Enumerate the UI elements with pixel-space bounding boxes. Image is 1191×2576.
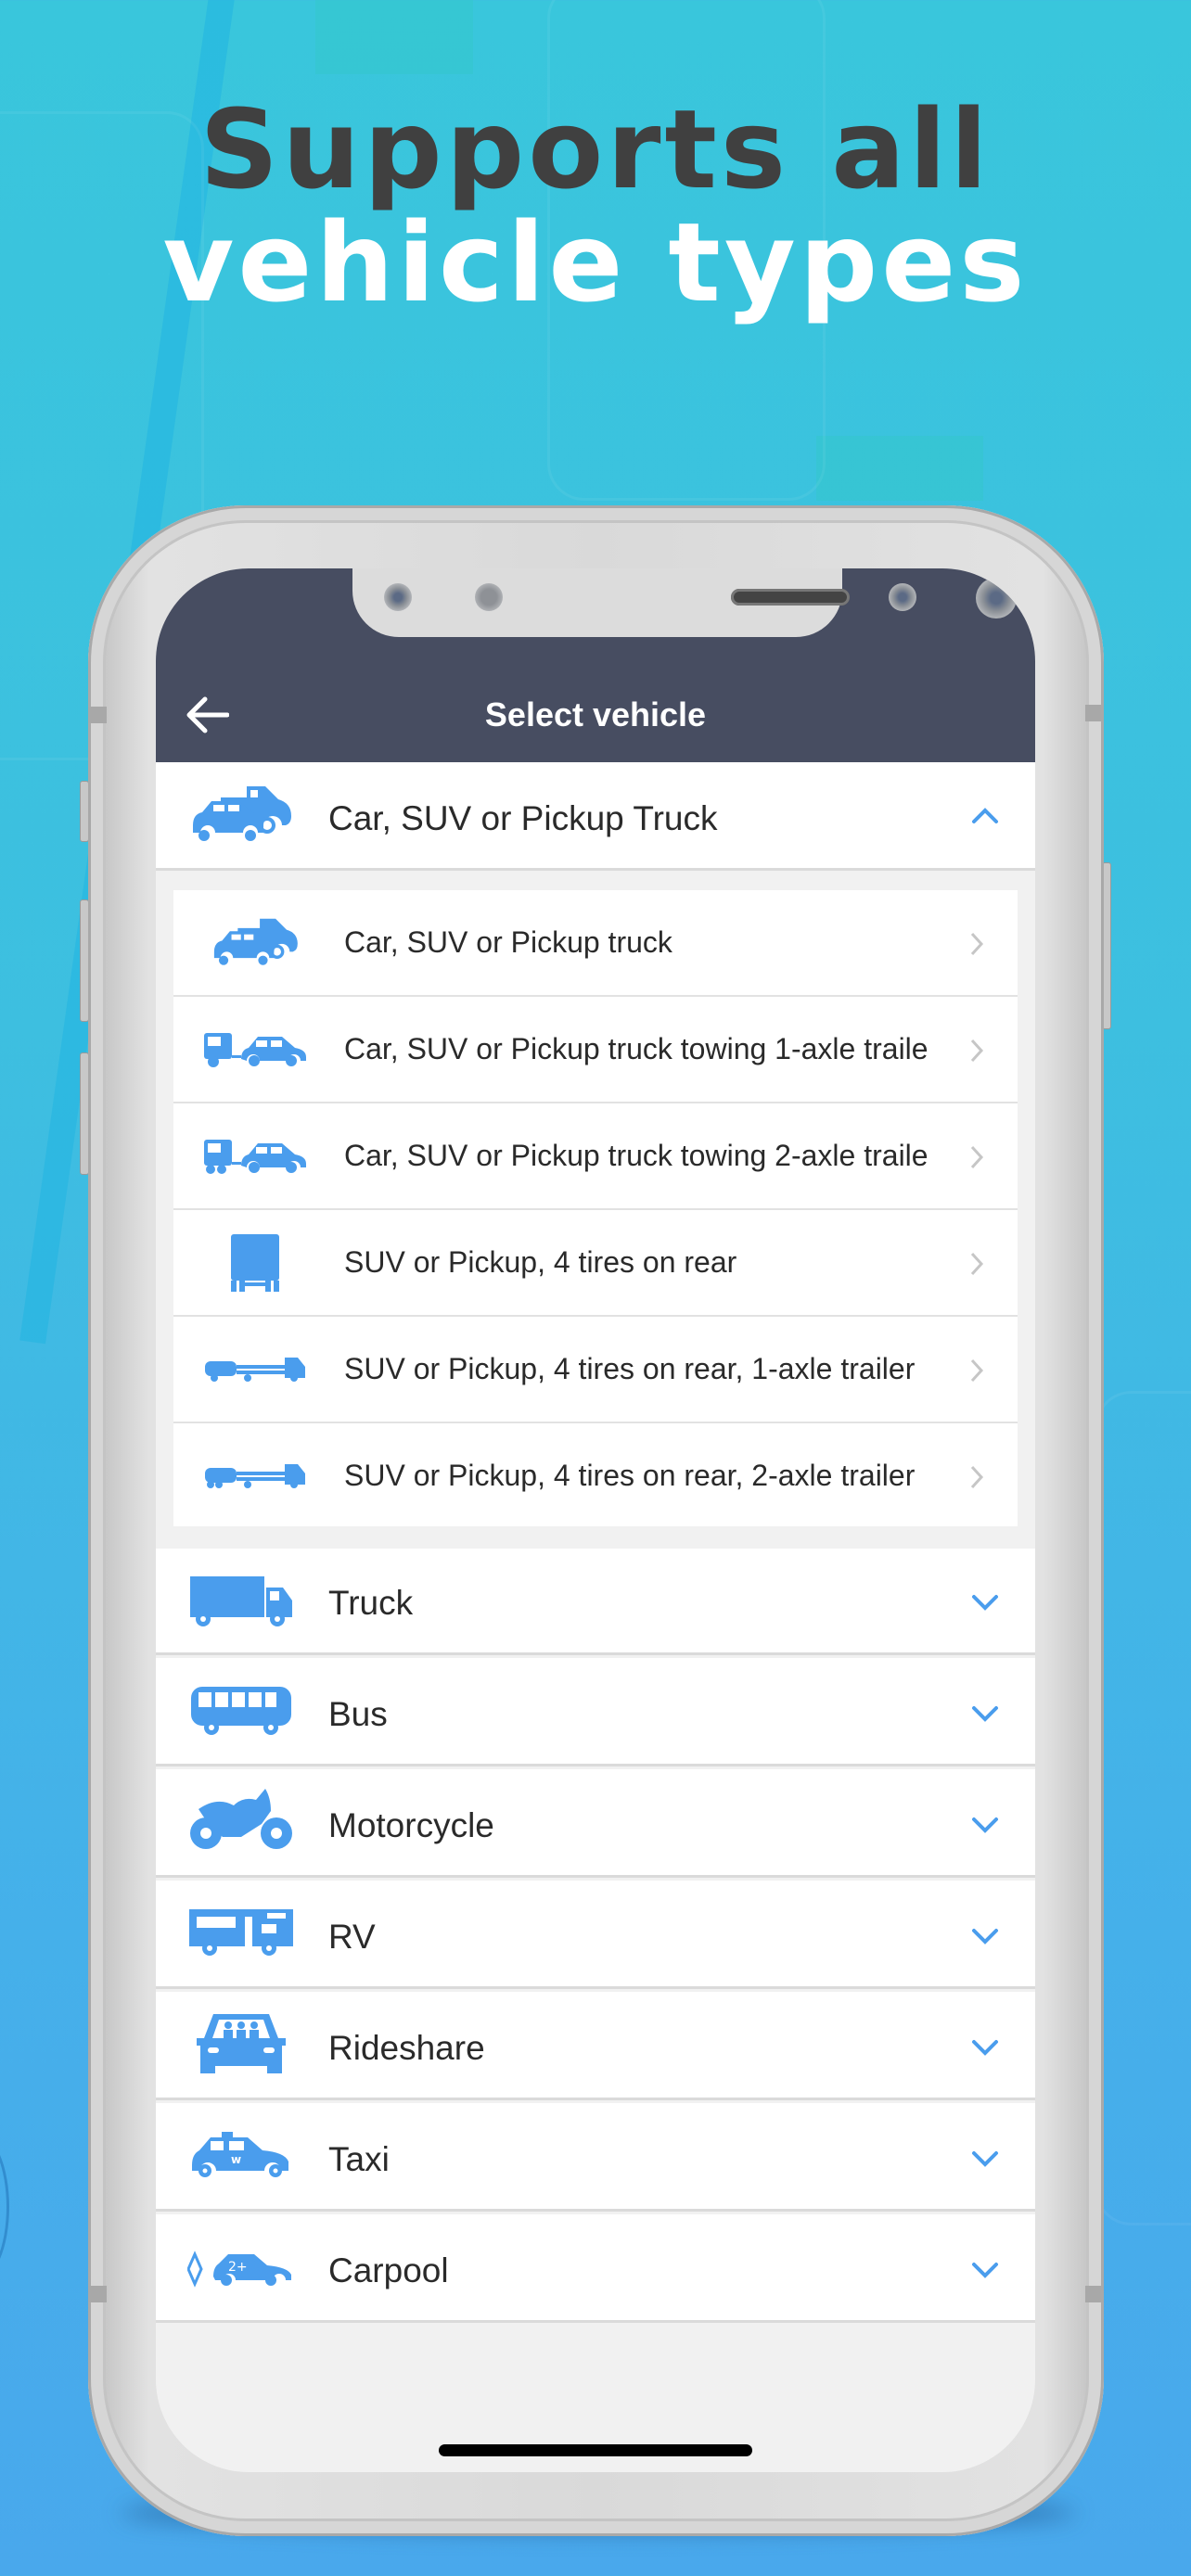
category-label: Motorcycle: [328, 1806, 494, 1844]
category-bus[interactable]: Bus: [156, 1658, 1035, 1766]
phone-notch: [352, 568, 1017, 637]
chevron-down-icon: [967, 1806, 1004, 1843]
chevron-up-icon: [967, 797, 1004, 835]
sensor-dot: [475, 583, 503, 611]
chevron-right-icon: [960, 1352, 993, 1389]
phone-antenna-band: [88, 2286, 107, 2302]
category-rideshare[interactable]: Rideshare: [156, 1992, 1035, 2100]
pickup-flatbed-2-axle-icon: [199, 1444, 311, 1509]
category-label: RV: [328, 1918, 376, 1956]
subtype-label: Car, SUV or Pickup truck: [344, 925, 672, 959]
subtype-label: SUV or Pickup, 4 tires on rear: [344, 1245, 737, 1279]
subtype-row[interactable]: Car, SUV or Pickup truck towing 2-axle t…: [173, 1103, 1018, 1210]
page-title: Select vehicle: [484, 695, 707, 733]
category-motorcycle[interactable]: Motorcycle: [156, 1769, 1035, 1878]
subtype-label: Car, SUV or Pickup truck towing 2-axle t…: [344, 1139, 928, 1172]
sensor-dot: [889, 583, 916, 611]
bus-icon: [186, 1678, 297, 1743]
chevron-right-icon: [960, 1245, 993, 1282]
subtype-list: Car, SUV or Pickup truck Car, SUV or Pic…: [173, 890, 1018, 1526]
motorcycle-icon: [186, 1788, 297, 1853]
car-towing-2-axle-icon: [199, 1124, 311, 1189]
subtype-row[interactable]: SUV or Pickup, 4 tires on rear: [173, 1210, 1018, 1317]
phone-antenna-band: [1085, 705, 1104, 721]
category-label: Bus: [328, 1695, 388, 1733]
chevron-down-icon: [967, 2029, 1004, 2066]
chevron-right-icon: [960, 1139, 993, 1176]
subtype-label: Car, SUV or Pickup truck towing 1-axle t…: [344, 1032, 928, 1065]
sensor-dot: [384, 583, 412, 611]
map-street-decoration: [0, 2133, 9, 2281]
category-label: Truck: [328, 1584, 414, 1622]
hero-line-2: vehicle types: [162, 198, 1029, 326]
chevron-down-icon: [967, 1695, 1004, 1732]
category-carpool[interactable]: 2+ Carpool: [156, 2214, 1035, 2323]
category-car-suv-pickup[interactable]: Car, SUV or Pickup Truck: [156, 762, 1035, 871]
rv-icon: [186, 1901, 297, 1966]
taxi-icon: w: [186, 2123, 297, 2188]
chevron-down-icon: [967, 1584, 1004, 1621]
hero-line-1: Supports all: [199, 85, 992, 213]
earpiece-speaker: [731, 589, 850, 606]
chevron-right-icon: [960, 925, 993, 963]
hero-headline: Supports all vehicle types: [0, 93, 1191, 319]
category-taxi[interactable]: w Taxi: [156, 2103, 1035, 2212]
carpool-icon: 2+: [186, 2237, 297, 2302]
subtype-row[interactable]: Car, SUV or Pickup truck towing 1-axle t…: [173, 997, 1018, 1103]
phone-screen: Select vehicle Car, SUV or Pickup Truck: [156, 568, 1035, 2472]
pickup-rear-view-icon: [199, 1231, 311, 1295]
chevron-right-icon: [960, 1459, 993, 1496]
chevron-down-icon: [967, 1918, 1004, 1955]
category-label: Carpool: [328, 2251, 449, 2289]
category-label: Rideshare: [328, 2029, 485, 2067]
category-label: Car, SUV or Pickup Truck: [328, 799, 718, 837]
phone-antenna-band: [1085, 2286, 1104, 2302]
subtype-row[interactable]: Car, SUV or Pickup truck: [173, 890, 1018, 997]
car-towing-1-axle-icon: [199, 1017, 311, 1082]
category-truck[interactable]: Truck: [156, 1549, 1035, 1655]
chevron-right-icon: [960, 1032, 993, 1069]
car-suv-pickup-icon: [186, 783, 297, 848]
category-label: Taxi: [328, 2140, 390, 2178]
subtype-row[interactable]: SUV or Pickup, 4 tires on rear, 1-axle t…: [173, 1317, 1018, 1423]
subtype-row[interactable]: SUV or Pickup, 4 tires on rear, 2-axle t…: [173, 1423, 1018, 1530]
carpool-occupancy-badge: 2+: [228, 2260, 248, 2275]
chevron-down-icon: [967, 2251, 1004, 2289]
svg-text:w: w: [231, 2153, 241, 2166]
map-park-decoration: [816, 436, 983, 501]
subtype-label: SUV or Pickup, 4 tires on rear, 1-axle t…: [344, 1352, 916, 1385]
truck-icon: [186, 1569, 297, 1634]
home-indicator[interactable]: [439, 2444, 752, 2456]
pickup-flatbed-1-axle-icon: [199, 1337, 311, 1402]
category-rv[interactable]: RV: [156, 1881, 1035, 1989]
rideshare-icon: [186, 2010, 297, 2075]
phone-antenna-band: [88, 707, 107, 723]
map-park-decoration: [315, 0, 473, 74]
subtype-label: SUV or Pickup, 4 tires on rear, 2-axle t…: [344, 1459, 916, 1492]
front-camera: [976, 578, 1017, 618]
chevron-down-icon: [967, 2140, 1004, 2177]
car-suv-pickup-icon: [199, 911, 311, 976]
map-street-decoration: [1095, 1391, 1191, 2225]
